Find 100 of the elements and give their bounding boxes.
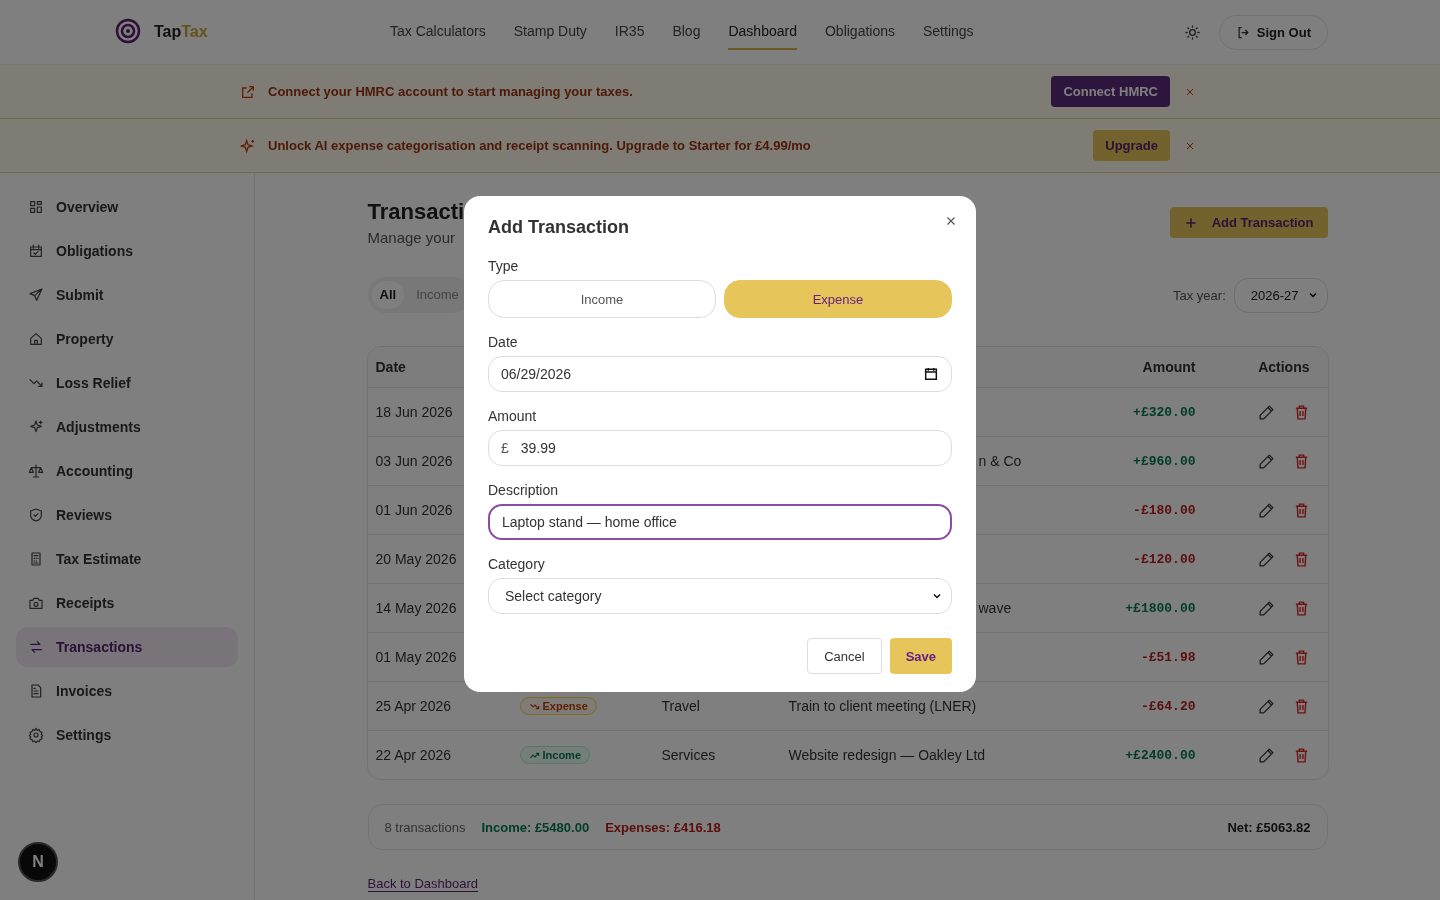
back-to-dashboard-link[interactable]: Back to Dashboard — [367, 876, 479, 892]
nav-link[interactable]: Blog — [672, 14, 701, 50]
cancel-button[interactable]: Cancel — [807, 638, 882, 674]
sidebar-item[interactable]: Adjustments — [16, 407, 238, 447]
sun-icon[interactable] — [1183, 23, 1201, 41]
sidebar-item[interactable]: Property — [16, 319, 238, 359]
sign-out-button[interactable]: Sign Out — [1218, 14, 1328, 50]
sidebar-item[interactable]: Invoices — [16, 671, 238, 711]
home-icon — [28, 331, 44, 347]
amount-field[interactable]: £ 39.99 — [488, 430, 952, 466]
edit-icon[interactable] — [1257, 550, 1275, 568]
field-label: Amount — [488, 408, 538, 424]
date-cell: 22 Apr 2026 — [375, 747, 451, 763]
camera-icon — [28, 595, 44, 611]
send-icon — [28, 287, 44, 303]
amount-cell-text: +£2400.00 — [1124, 747, 1196, 763]
category-cell: Travel — [661, 698, 700, 714]
sidebar-item[interactable]: Obligations — [16, 231, 238, 271]
logo-icon — [114, 18, 142, 46]
save-button[interactable]: Save — [889, 638, 952, 674]
amount-cell-text: -£51.98 — [1139, 649, 1196, 665]
page-title: Transacti — [367, 199, 465, 225]
filter-tab[interactable]: All — [371, 281, 405, 309]
grid-icon — [28, 199, 44, 215]
banner-text: Connect your HMRC account to start managing your taxes. — [268, 84, 633, 99]
edit-icon[interactable] — [1257, 697, 1275, 715]
arrows-icon — [28, 639, 44, 655]
amount-cell-text: -£64.20 — [1139, 698, 1196, 714]
date-cell: 25 Apr 2026 — [375, 698, 451, 714]
edit-icon[interactable] — [1257, 648, 1275, 666]
income-total: Income: £5480.00 — [481, 819, 590, 835]
column-header: Date — [375, 359, 406, 375]
date-cell: 18 Jun 2026 — [375, 404, 453, 420]
edit-icon[interactable] — [1257, 746, 1275, 764]
category-select[interactable]: Select category — [488, 578, 952, 614]
nav-link[interactable]: Settings — [923, 14, 974, 50]
banner-button[interactable]: Connect HMRC — [1051, 76, 1170, 107]
sidebar-item[interactable]: Transactions — [16, 627, 238, 667]
nav-link[interactable]: Stamp Duty — [513, 14, 587, 50]
type-toggle-button[interactable]: Income — [488, 280, 716, 318]
sidebar-item[interactable]: Submit — [16, 275, 238, 315]
description-field[interactable]: Laptop stand — home office — [488, 504, 952, 540]
nav-link[interactable]: Obligations — [824, 14, 895, 50]
sparkles-icon — [28, 419, 44, 435]
date-field[interactable]: 06/29/2026 — [488, 356, 952, 392]
document-icon — [28, 683, 44, 699]
category-cell: Services — [661, 747, 716, 763]
amount-cell-text: -£120.00 — [1132, 551, 1196, 567]
scale-icon — [28, 463, 44, 479]
date-cell: 20 May 2026 — [375, 551, 457, 567]
description-cell-text: n & Co — [977, 453, 1022, 469]
net-total: Net: £5063.82 — [1227, 819, 1311, 835]
sidebar-item[interactable]: Overview — [16, 187, 238, 227]
banner-button[interactable]: Upgrade — [1093, 130, 1170, 161]
amount-cell-text: +£960.00 — [1132, 453, 1196, 469]
edit-icon[interactable] — [1257, 501, 1275, 519]
calendar-icon — [923, 366, 939, 382]
field-label: Category — [488, 556, 546, 572]
sidebar-item[interactable]: Reviews — [16, 495, 238, 535]
logout-icon — [1235, 24, 1251, 40]
external-link-icon — [240, 83, 256, 100]
field-label: Date — [488, 334, 519, 350]
dev-badge[interactable]: N — [18, 842, 58, 882]
tax-year-select[interactable]: 2026-27 — [1233, 277, 1328, 313]
gear-icon — [28, 727, 44, 743]
transaction-count: 8 transactions — [384, 819, 466, 835]
edit-icon[interactable] — [1257, 452, 1275, 470]
sidebar-item[interactable]: Receipts — [16, 583, 238, 623]
edit-icon[interactable] — [1257, 599, 1275, 617]
tax-year-label: Tax year: — [1173, 287, 1226, 303]
date-cell: 03 Jun 2026 — [375, 453, 453, 469]
nav-link[interactable]: Tax Calculators — [390, 14, 486, 50]
amount-cell-text: -£180.00 — [1132, 502, 1196, 518]
type-toggle-button[interactable]: Expense — [724, 280, 952, 318]
date-cell: 14 May 2026 — [375, 600, 457, 616]
sparkles-icon — [240, 137, 256, 154]
field-label: Type — [488, 258, 520, 274]
sidebar-item[interactable]: Loss Relief — [16, 363, 238, 403]
sidebar-item[interactable]: Tax Estimate — [16, 539, 238, 579]
date-cell: 01 Jun 2026 — [375, 502, 453, 518]
logo-text[interactable]: TapTax — [154, 23, 208, 41]
description-cell: Website redesign — Oakley Ltd — [788, 747, 986, 763]
date-cell: 01 May 2026 — [375, 649, 457, 665]
edit-icon[interactable] — [1257, 403, 1275, 421]
type-label: Income — [542, 749, 581, 761]
add-transaction-button[interactable]: Add Transaction — [1169, 207, 1328, 238]
calculator-icon — [28, 551, 44, 567]
column-header: Amount — [1141, 359, 1196, 375]
type-label: Expense — [542, 700, 588, 712]
page-subtitle: Manage your — [367, 229, 457, 247]
description-cell: Train to client meeting (LNER) — [788, 698, 977, 714]
calendar-icon — [28, 243, 44, 259]
dialog-title: Add Transaction — [488, 216, 631, 238]
column-header: Actions — [1257, 359, 1311, 375]
sidebar-item[interactable]: Accounting — [16, 451, 238, 491]
amount-cell-text: +£1800.00 — [1124, 600, 1196, 616]
nav-link[interactable]: Dashboard — [728, 14, 797, 50]
banner-text: Unlock AI expense categorisation and receipt scanning. Upgrade to Starter for £4.99/mo — [268, 138, 811, 153]
sidebar-item[interactable]: Settings — [16, 715, 238, 755]
nav-link[interactable]: IR35 — [614, 14, 645, 50]
